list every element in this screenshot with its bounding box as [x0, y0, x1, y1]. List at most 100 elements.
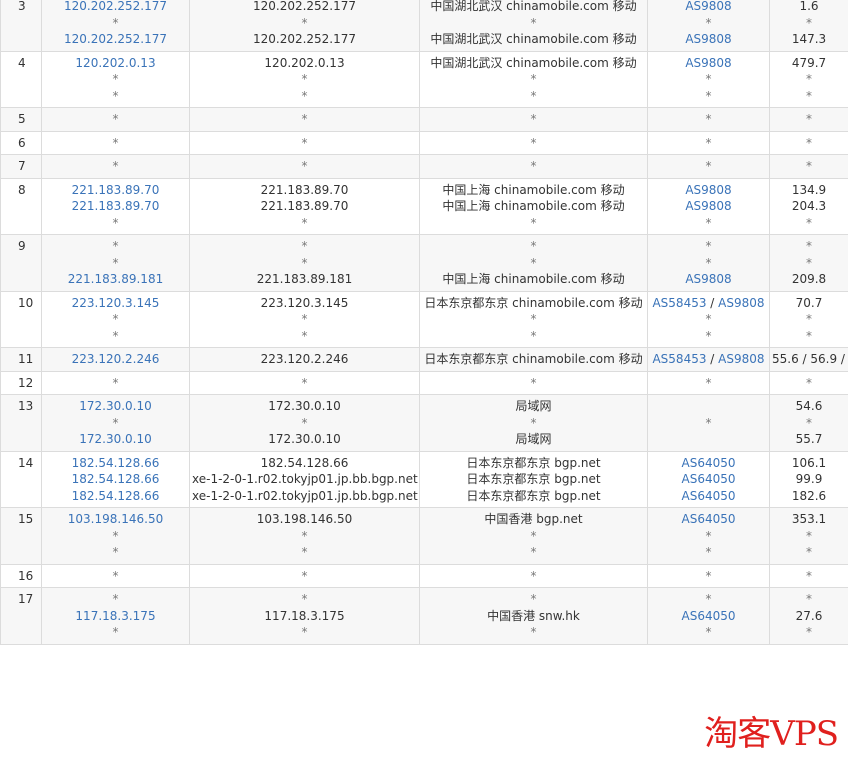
ip-placeholder: *	[112, 375, 119, 390]
hostname-text: 172.30.0.10	[268, 432, 341, 446]
asn-link[interactable]: AS58453	[652, 352, 706, 366]
asn-placeholder: *	[705, 592, 712, 606]
ip-link[interactable]: 172.30.0.10	[44, 431, 187, 448]
location-cell: 中国上海 chinamobile.com 移动 中国上海 chinamobile.…	[419, 177, 648, 235]
hop-number: 6	[0, 130, 42, 155]
rtt-value: 54.6	[795, 399, 823, 413]
location-text: *	[530, 312, 537, 326]
asn-cell: AS64050 AS64050 AS64050	[647, 450, 770, 508]
rtt-value: 479.7	[791, 55, 827, 70]
asn-line: *	[650, 255, 767, 272]
ip-link[interactable]: 221.183.89.181	[44, 271, 187, 288]
ip-link[interactable]: 182.54.128.66	[44, 471, 187, 488]
asn-link[interactable]: AS58453	[652, 296, 706, 310]
asn-placeholder: *	[705, 528, 712, 543]
ip-link[interactable]: 103.198.146.50	[44, 511, 187, 528]
hostname-text: 120.202.252.177	[252, 0, 357, 13]
table-row: 4 120.202.0.13 * * 120.202.0.13 * * 中国湖北武汉 chin…	[0, 50, 848, 108]
asn-link[interactable]: AS9808	[718, 352, 764, 366]
asn-link[interactable]: AS9808	[685, 0, 731, 13]
ip-cell: *	[41, 563, 190, 588]
ip-link[interactable]: 223.120.3.145	[44, 295, 187, 312]
location-text: *	[530, 592, 537, 606]
asn-cell: *	[647, 394, 770, 452]
asn-link[interactable]: AS9808	[685, 199, 731, 213]
asn-link[interactable]: AS9808	[685, 183, 731, 197]
ip-link[interactable]: 221.183.89.70	[44, 182, 187, 199]
asn-link[interactable]: AS9808	[685, 56, 731, 70]
asn-link[interactable]: AS9808	[685, 32, 731, 46]
asn-placeholder: *	[705, 239, 712, 253]
ip-link[interactable]: 182.54.128.66	[44, 455, 187, 472]
asn-placeholder: *	[705, 159, 712, 173]
hostname-cell: 223.120.3.145 * *	[189, 290, 420, 348]
hostname-text: *	[301, 72, 308, 86]
location-text: *	[530, 72, 537, 86]
location-cell: *	[419, 563, 648, 588]
ip-link[interactable]: 223.120.2.246	[44, 351, 187, 368]
hop-number: 13	[0, 394, 42, 452]
ip-cell: 223.120.2.246	[41, 347, 190, 372]
location-cell: *	[419, 130, 648, 155]
table-row: 12 * * * * *	[0, 370, 848, 395]
hostname-cell: 182.54.128.66 xe-1-2-0-1.r02.tokyjp01.jp.…	[189, 450, 420, 508]
hostname-text: xe-1-2-0-1.r02.tokyjp01.jp.bb.bgp.net	[192, 488, 418, 503]
rtt-value: *	[806, 239, 812, 253]
table-row: 17 * 117.18.3.175 * * 117.18.3.175 * * 中国香港 snw.…	[0, 587, 848, 645]
location-text: 日本东京都东京 bgp.net	[466, 488, 601, 503]
hop-number: 3	[0, 0, 42, 52]
location-text: 中国香港 snw.hk	[487, 608, 580, 623]
ip-link[interactable]: 172.30.0.10	[44, 398, 187, 415]
asn-line: AS58453 / AS9808	[650, 351, 767, 368]
hostname-text: *	[301, 135, 308, 150]
ip-placeholder: *	[112, 312, 119, 326]
location-text: 中国上海 chinamobile.com 移动	[442, 199, 625, 213]
location-text: 中国湖北武汉 chinamobile.com 移动	[430, 32, 637, 46]
ip-placeholder: *	[112, 135, 119, 150]
asn-line: AS9808	[650, 0, 767, 15]
table-row: 8 221.183.89.70 221.183.89.70 * 221.183.89.7…	[0, 177, 848, 235]
ip-link[interactable]: 182.54.128.66	[44, 488, 187, 505]
traceroute-rows: 3 120.202.252.177 * 120.202.252.177 120.202.…	[0, 0, 848, 645]
location-text: *	[530, 255, 537, 270]
ip-link[interactable]: 117.18.3.175	[44, 608, 187, 625]
asn-placeholder: *	[705, 328, 712, 343]
location-cell: 中国湖北武汉 chinamobile.com 移动 * 中国湖北武汉 chinamo…	[419, 0, 648, 52]
rtt-value: 27.6	[795, 608, 823, 623]
asn-link[interactable]: AS64050	[682, 489, 736, 503]
hostname-text: 221.183.89.181	[256, 272, 353, 286]
location-text: 局域网	[515, 399, 552, 413]
ip-link[interactable]: 120.202.0.13	[44, 55, 187, 72]
asn-link[interactable]: AS64050	[682, 609, 736, 623]
ip-placeholder: *	[112, 625, 119, 639]
rtt-value: *	[806, 255, 812, 270]
ip-link[interactable]: 120.202.252.177	[44, 0, 187, 15]
asn-link[interactable]: AS64050	[682, 456, 736, 470]
hostname-cell: *	[189, 154, 420, 179]
ip-placeholder: *	[112, 88, 119, 103]
table-row: 13 172.30.0.10 * 172.30.0.10 172.30.0.10 * 172…	[0, 394, 848, 452]
asn-link[interactable]: AS64050	[682, 472, 736, 486]
traceroute-table: 3 120.202.252.177 * 120.202.252.177 120.202.…	[0, 0, 848, 645]
asn-link[interactable]: AS64050	[682, 512, 736, 526]
rtt-value: 134.9	[791, 182, 827, 197]
rtt-value: 106.1	[791, 455, 827, 470]
hostname-text: *	[301, 328, 308, 343]
rtt-value: *	[806, 568, 812, 583]
location-text: 中国上海 chinamobile.com 移动	[442, 182, 625, 197]
asn-link[interactable]: AS9808	[718, 296, 764, 310]
asn-line: *	[650, 71, 767, 88]
ip-cell: 223.120.3.145 * *	[41, 290, 190, 348]
location-text: *	[530, 135, 537, 150]
asn-link[interactable]: AS9808	[685, 272, 731, 286]
ip-link[interactable]: 221.183.89.70	[44, 198, 187, 215]
ip-link[interactable]: 120.202.252.177	[44, 31, 187, 48]
rtt-value: 55.6 / 56.9 / 195.9	[772, 352, 848, 366]
hostname-text: 221.183.89.70	[260, 199, 349, 213]
asn-line: *	[650, 415, 767, 432]
asn-line: AS64050	[650, 455, 767, 472]
asn-placeholder: *	[705, 375, 712, 390]
ip-placeholder: *	[112, 239, 119, 253]
asn-line: *	[650, 568, 767, 585]
location-text: 日本东京都东京 chinamobile.com 移动	[424, 352, 643, 366]
